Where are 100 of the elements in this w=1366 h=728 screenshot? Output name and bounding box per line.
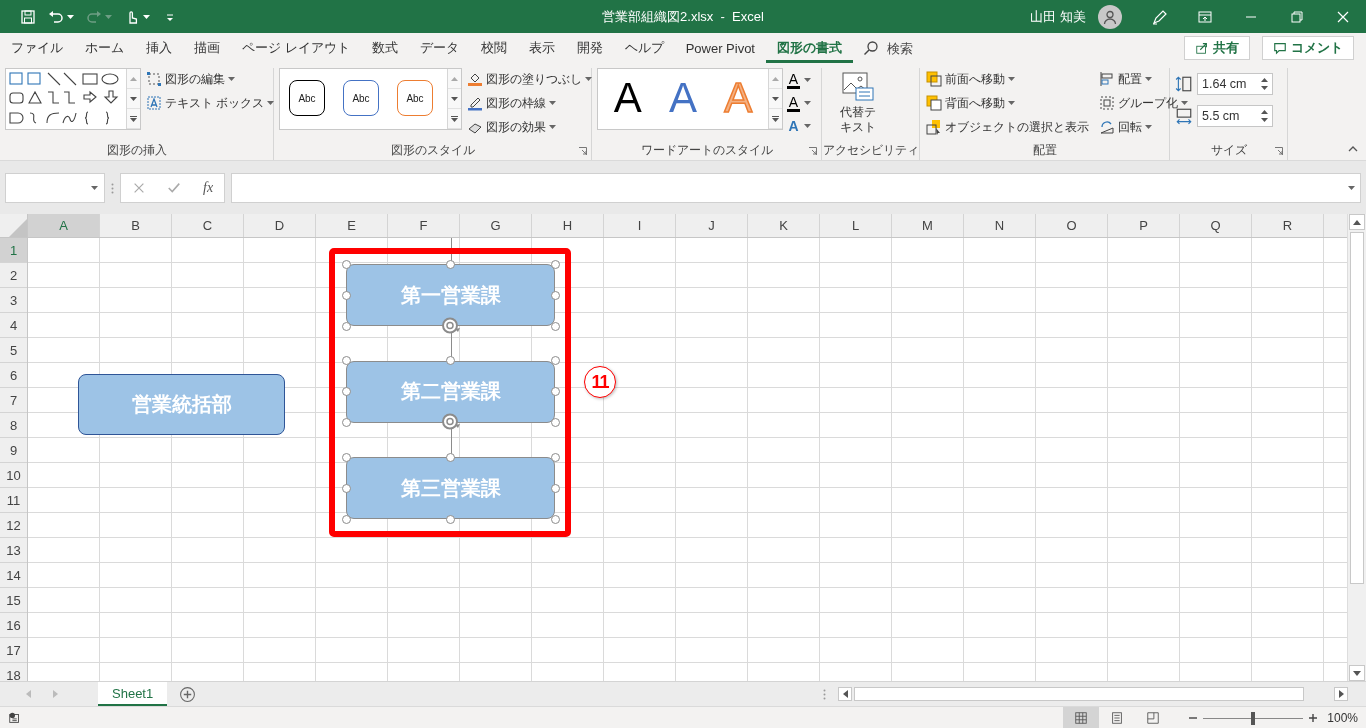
gallery-more-button[interactable]	[769, 109, 782, 129]
gallery-down-button[interactable]	[127, 89, 140, 109]
view-button[interactable]	[1063, 707, 1100, 728]
wordart-style-option[interactable]: A	[600, 70, 656, 128]
ribbon-tab[interactable]: 数式	[360, 33, 409, 63]
resize-handle[interactable]	[550, 483, 560, 493]
row-header[interactable]: 16	[0, 613, 27, 638]
column-header[interactable]: M	[892, 214, 964, 237]
row-header[interactable]: 11	[0, 488, 27, 513]
ribbon-command[interactable]: 図形の効果	[466, 117, 593, 137]
zoom-out-icon[interactable]	[1189, 714, 1198, 722]
resize-handle[interactable]	[550, 452, 560, 462]
column-header[interactable]: Q	[1180, 214, 1252, 237]
row-header[interactable]: 5	[0, 338, 27, 363]
ribbon-tab[interactable]: 表示	[517, 33, 566, 63]
column-header[interactable]: B	[100, 214, 172, 237]
text-fill-button[interactable]: A	[787, 69, 811, 91]
ribbon-command[interactable]: 図形の枠線	[466, 93, 593, 113]
resize-handle[interactable]	[341, 418, 351, 427]
row-header[interactable]: 12	[0, 513, 27, 538]
horizontal-scrollbar[interactable]	[838, 687, 1348, 701]
resize-handle[interactable]	[341, 321, 351, 331]
save-button[interactable]	[20, 8, 36, 25]
column-header[interactable]: I	[604, 214, 676, 237]
resize-handle[interactable]	[446, 514, 455, 524]
dialog-launcher-icon[interactable]	[1275, 147, 1283, 155]
resize-handle[interactable]	[341, 290, 351, 300]
dialog-launcher-icon[interactable]	[809, 147, 817, 155]
row-header[interactable]: 8	[0, 413, 27, 438]
resize-handle[interactable]	[550, 356, 560, 365]
column-header[interactable]: E	[316, 214, 388, 237]
row-header[interactable]: 1	[0, 238, 27, 263]
ribbon-display-icon[interactable]	[1197, 8, 1213, 25]
undo-button[interactable]	[48, 8, 74, 25]
previous-sheet-icon[interactable]	[26, 690, 31, 698]
column-header[interactable]: R	[1252, 214, 1324, 237]
formula-field[interactable]	[231, 173, 1361, 203]
column-header[interactable]: K	[748, 214, 820, 237]
pen-icon[interactable]	[1151, 8, 1167, 25]
scroll-left-icon[interactable]	[842, 690, 848, 698]
column-header[interactable]: P	[1108, 214, 1180, 237]
zoom-level[interactable]: 100%	[1327, 711, 1358, 725]
collapse-ribbon-icon[interactable]	[1348, 146, 1358, 152]
scroll-right-icon[interactable]	[1338, 690, 1344, 698]
column-header[interactable]: J	[676, 214, 748, 237]
add-sheet-icon[interactable]	[179, 685, 197, 703]
ribbon-command[interactable]: テキスト ボックス	[145, 93, 276, 113]
row-header[interactable]: 7	[0, 388, 27, 413]
resize-handle[interactable]	[446, 259, 455, 269]
rotate-handle-icon[interactable]	[440, 316, 461, 334]
wordart-style-option[interactable]: A	[655, 70, 711, 128]
size-field[interactable]: 1.64 cm	[1197, 73, 1273, 95]
rotate-handle-icon[interactable]	[440, 413, 461, 430]
ribbon-command[interactable]: オブジェクトの選択と表示	[925, 117, 1090, 137]
resize-handle[interactable]	[550, 321, 560, 331]
row-header[interactable]: 2	[0, 263, 27, 288]
ribbon-tab[interactable]: ページ レイアウト	[231, 33, 361, 63]
resize-handle[interactable]	[550, 514, 560, 524]
resize-handle[interactable]	[550, 259, 560, 269]
gallery-more-button[interactable]	[127, 109, 140, 129]
row-header[interactable]: 17	[0, 638, 27, 663]
row-header[interactable]: 3	[0, 288, 27, 313]
shape-style-option[interactable]: Abc	[343, 80, 379, 116]
alt-text-button[interactable]: 代替テキスト	[827, 68, 889, 139]
row-header[interactable]: 14	[0, 563, 27, 588]
ribbon-tab[interactable]: ファイル	[0, 33, 74, 63]
restore-icon[interactable]	[1289, 8, 1305, 25]
ribbon-command[interactable]: 背面へ移動	[925, 93, 1090, 113]
ribbon-tab[interactable]: 開発	[565, 33, 614, 63]
spin-icon[interactable]	[1261, 109, 1268, 123]
ribbon-tab[interactable]: 描画	[183, 33, 231, 63]
share-button[interactable]: 共有	[1184, 36, 1250, 60]
ribbon-tab[interactable]: 挿入	[135, 33, 183, 63]
resize-handle[interactable]	[341, 452, 351, 462]
row-header[interactable]: 10	[0, 463, 27, 488]
scroll-down-icon[interactable]	[1353, 670, 1361, 676]
macro-record-icon[interactable]	[8, 711, 22, 725]
column-header[interactable]: H	[532, 214, 604, 237]
resize-handle[interactable]	[341, 356, 351, 365]
column-header[interactable]: C	[172, 214, 244, 237]
row-header[interactable]: 9	[0, 438, 27, 463]
ribbon-command[interactable]: 図形の塗りつぶし	[466, 69, 593, 89]
row-header[interactable]: 6	[0, 363, 27, 388]
column-header[interactable]: D	[244, 214, 316, 237]
column-header[interactable]: L	[820, 214, 892, 237]
ribbon-tab[interactable]: ヘルプ	[613, 33, 675, 63]
text-effects-button[interactable]: A	[787, 115, 811, 137]
shape-style-option[interactable]: Abc	[397, 80, 433, 116]
zoom-slider-thumb[interactable]	[1251, 711, 1256, 725]
spin-icon[interactable]	[1261, 77, 1268, 91]
resize-handle[interactable]	[341, 483, 351, 493]
ribbon-tab[interactable]: Power Pivot	[674, 33, 766, 63]
resize-handle[interactable]	[341, 387, 351, 396]
ribbon-command[interactable]: グループ化	[1098, 93, 1189, 113]
gallery-down-button[interactable]	[448, 89, 461, 109]
redo-button[interactable]	[86, 8, 112, 25]
vertical-scrollbar[interactable]	[1347, 214, 1366, 681]
avatar-icon[interactable]	[1098, 4, 1122, 29]
search-field[interactable]: 検索	[887, 40, 947, 56]
resize-handle[interactable]	[550, 387, 560, 396]
